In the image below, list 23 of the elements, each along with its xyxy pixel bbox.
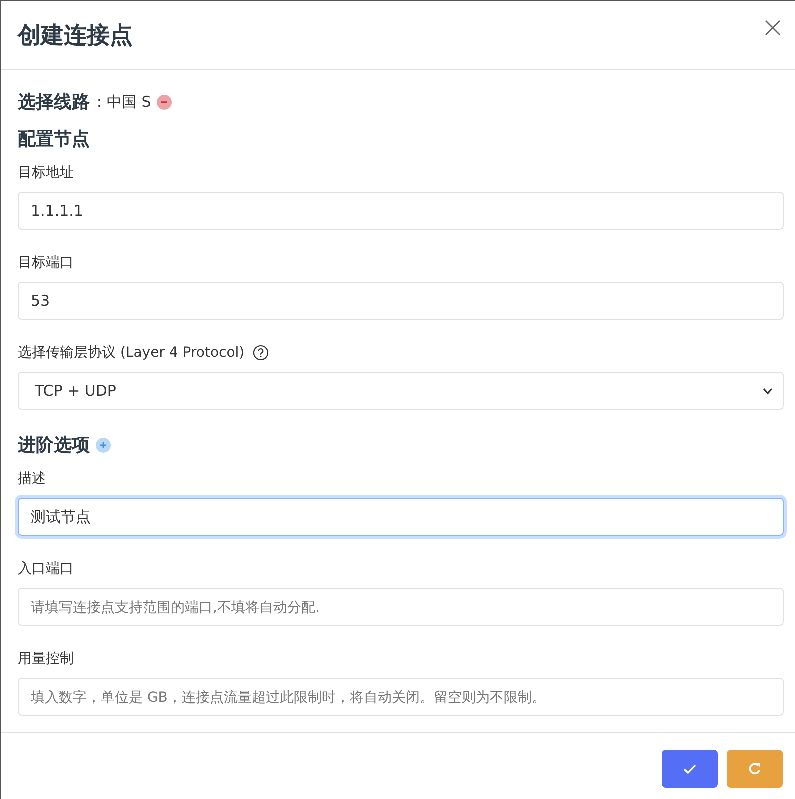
field-label: 目标端口 [18,254,74,272]
protocol-select[interactable]: TCP + UDP [18,372,784,410]
section-heading: 配置节点 [18,128,90,151]
check-icon [683,764,697,774]
input-field[interactable]: 1.1.1.1 [18,192,784,230]
add-icon[interactable] [96,438,111,452]
help-icon[interactable] [252,345,269,361]
chevron-down-icon [763,388,773,394]
refresh-icon [748,762,762,776]
section-heading: 进阶选项 [18,434,90,457]
field-label: 选择传输层协议 (Layer 4 Protocol) [18,344,245,362]
dialog-title: 创建连接点 [18,22,133,50]
route-label: 选择线路 [18,91,90,114]
field-label: 用量控制 [18,650,74,668]
input-field[interactable]: 填入数字，单位是 GB，连接点流量超过此限制时，将自动关闭。留空则为不限制。 [18,678,784,716]
field-label: 描述 [18,470,46,488]
field-label: 入口端口 [18,560,74,578]
input-field[interactable]: 53 [18,282,784,320]
input-field[interactable]: 测试节点 [18,498,784,536]
route-value: ：中国 S [92,92,152,112]
remove-icon[interactable] [157,94,172,110]
input-field[interactable]: 请填写连接点支持范围的端口,不填将自动分配. [18,588,784,626]
field-label: 目标地址 [18,164,74,182]
